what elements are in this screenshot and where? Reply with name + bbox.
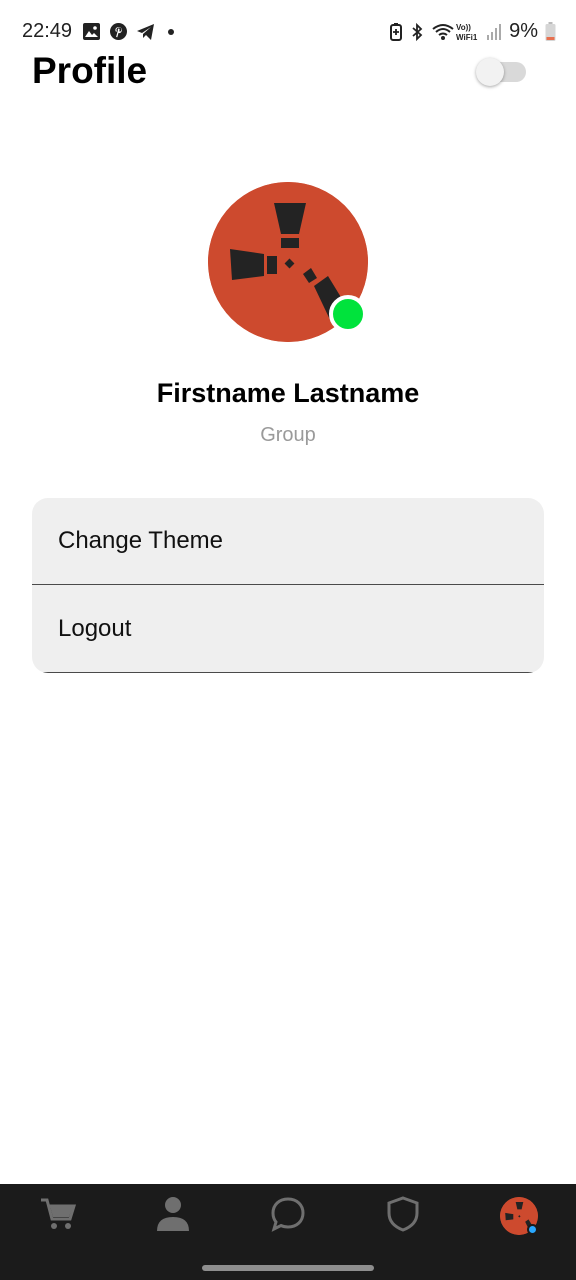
telegram-icon bbox=[136, 23, 156, 41]
volte-label-top: Vo)) bbox=[456, 23, 471, 32]
user-name: Firstname Lastname bbox=[156, 378, 420, 408]
status-time: 22:49 bbox=[22, 20, 73, 42]
change-theme-button[interactable]: Change Theme bbox=[32, 498, 544, 585]
home-indicator[interactable] bbox=[202, 1265, 374, 1271]
dot-icon bbox=[164, 23, 178, 41]
page-title: Profile bbox=[32, 50, 148, 91]
volte-label-bottom: WiFi1 bbox=[456, 33, 478, 42]
user-group: Group bbox=[260, 424, 316, 446]
nav-cart[interactable] bbox=[38, 1196, 78, 1236]
settings-menu: Change Theme Logout bbox=[32, 498, 544, 673]
shield-icon bbox=[386, 1195, 420, 1237]
cart-icon bbox=[40, 1197, 77, 1236]
logout-button[interactable]: Logout bbox=[32, 585, 544, 673]
theme-toggle[interactable] bbox=[476, 58, 526, 86]
chat-bubble-icon bbox=[270, 1196, 306, 1237]
battery-icon bbox=[545, 21, 556, 42]
system-icons: Vo)) WiFi1 9% bbox=[389, 20, 556, 43]
battery-percent: 9% bbox=[509, 20, 538, 42]
nav-security[interactable] bbox=[383, 1195, 423, 1237]
avatar[interactable] bbox=[208, 182, 368, 342]
bluetooth-icon bbox=[410, 22, 424, 42]
gallery-icon bbox=[82, 22, 101, 41]
notification-icons bbox=[82, 22, 178, 41]
person-icon bbox=[156, 1196, 190, 1237]
online-status-dot bbox=[329, 295, 367, 333]
nav-profile[interactable] bbox=[499, 1196, 539, 1236]
nav-notification-dot bbox=[527, 1224, 538, 1235]
battery-saver-icon bbox=[389, 22, 403, 42]
nav-chat[interactable] bbox=[268, 1196, 308, 1236]
nav-contacts[interactable] bbox=[153, 1196, 193, 1236]
toggle-thumb bbox=[476, 58, 504, 86]
pinterest-icon bbox=[109, 22, 128, 41]
wifi-calling-icon: Vo)) WiFi1 bbox=[431, 21, 479, 43]
signal-icon bbox=[486, 23, 502, 41]
